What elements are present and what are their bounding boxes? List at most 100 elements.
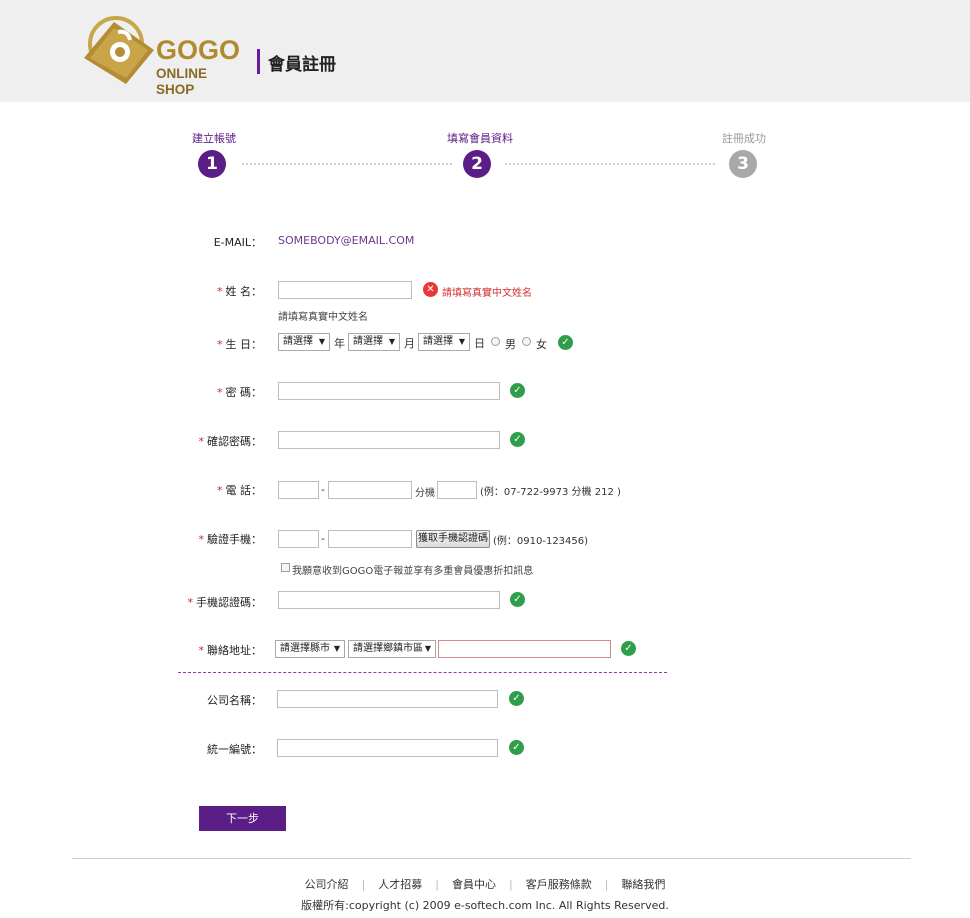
newsletter-checkbox[interactable] xyxy=(281,563,290,572)
birthday-label-text: 生 日： xyxy=(225,338,263,351)
check-icon: ✓ xyxy=(510,383,525,398)
phone-number-input[interactable] xyxy=(328,481,412,499)
required-mark: * xyxy=(187,596,194,609)
required-mark: * xyxy=(198,533,205,546)
step-1-circle: 1 xyxy=(198,150,226,178)
confirm-password-label: * 確認密碼： xyxy=(182,433,263,449)
required-mark: * xyxy=(217,386,223,399)
birth-year-value: 請選擇 xyxy=(283,336,313,347)
footer-link-contact[interactable]: 聯絡我們 xyxy=(621,878,665,891)
company-label: 公司名稱： xyxy=(207,694,262,707)
name-label-text: 姓 名： xyxy=(225,285,263,298)
check-icon: ✓ xyxy=(510,592,525,607)
mobile-code-input[interactable] xyxy=(278,591,500,609)
mobile-code-label-text: 手機認證碼： xyxy=(196,596,262,609)
month-unit: 月 xyxy=(404,337,415,350)
newsletter-label: 我願意收到GOGO電子報並享有多重會員優惠折扣訊息 xyxy=(292,566,534,577)
step-1-label: 建立帳號 xyxy=(192,132,236,145)
phone-area-code-input[interactable] xyxy=(278,481,319,499)
check-icon: ✓ xyxy=(558,335,573,350)
confirm-password-input[interactable] xyxy=(278,431,500,449)
birth-month-select[interactable]: 請選擇 ▼ xyxy=(348,333,400,351)
district-select[interactable]: 請選擇鄉鎮市區 ▼ xyxy=(348,640,436,658)
title-accent-bar xyxy=(257,49,260,74)
required-mark: * xyxy=(217,338,223,351)
city-select[interactable]: 請選擇縣市 ▼ xyxy=(275,640,345,658)
gender-male-label: 男 xyxy=(505,338,516,351)
address-input[interactable] xyxy=(438,640,611,658)
address-label-text: 聯絡地址： xyxy=(207,644,262,657)
mobile-number-input[interactable] xyxy=(328,530,412,548)
required-mark: * xyxy=(198,435,205,448)
phone-label-text: 電 話： xyxy=(225,484,263,497)
next-step-button[interactable]: 下一步 xyxy=(199,806,286,831)
phone-label: * 電 話： xyxy=(182,482,262,498)
logo-text-gogo: GOGO xyxy=(156,35,241,65)
tax-id-label: 統一編號： xyxy=(207,743,262,756)
company-input[interactable] xyxy=(277,690,498,708)
name-label: * 姓 名： xyxy=(182,283,262,299)
footer-separator: | xyxy=(509,878,513,891)
copyright-text: 版權所有:copyright (c) 2009 e-softech.com In… xyxy=(301,899,669,912)
step-3-label: 註冊成功 xyxy=(722,132,766,145)
birthday-label: * 生 日： xyxy=(182,336,262,352)
footer-separator: | xyxy=(604,878,609,891)
logo-text-online-shop: ONLINE SHOP xyxy=(156,66,208,97)
password-input[interactable] xyxy=(278,382,500,400)
step-3-circle: 3 xyxy=(729,150,757,178)
check-icon: ✓ xyxy=(509,740,524,755)
gender-male-radio[interactable] xyxy=(491,337,500,346)
name-input[interactable] xyxy=(278,281,412,299)
phone-ext-input[interactable] xyxy=(437,481,477,499)
footer-link-terms[interactable]: 客戶服務條款 xyxy=(526,878,592,891)
name-hint: 請填寫真實中文姓名 xyxy=(278,312,368,323)
mobile-dash: - xyxy=(321,532,325,545)
address-label: * 聯絡地址： xyxy=(182,642,263,658)
footer-link-about[interactable]: 公司介紹 xyxy=(305,878,349,891)
dropdown-arrow-icon: ▼ xyxy=(318,337,325,346)
phone-ext-label: 分機 xyxy=(415,488,435,499)
dropdown-arrow-icon: ▼ xyxy=(333,644,340,653)
phone-dash: - xyxy=(321,483,325,496)
gender-female-radio[interactable] xyxy=(522,337,531,346)
birth-day-value: 請選擇 xyxy=(423,336,453,347)
page-header: GOGO ONLINE SHOP 會員註冊 xyxy=(0,0,970,102)
gender-female-label: 女 xyxy=(536,338,547,351)
email-label: E-MAIL： xyxy=(213,236,262,249)
logo-emblem-icon xyxy=(84,16,154,84)
year-unit: 年 xyxy=(334,337,345,350)
mobile-label: * 驗證手機： xyxy=(182,531,263,547)
birth-year-select[interactable]: 請選擇 ▼ xyxy=(278,333,330,351)
footer-separator: | xyxy=(361,878,366,891)
birth-day-select[interactable]: 請選擇 ▼ xyxy=(418,333,470,351)
footer-link-member-center[interactable]: 會員中心 xyxy=(452,878,496,891)
step-connector-2 xyxy=(505,163,715,165)
required-mark: * xyxy=(217,285,223,298)
mobile-code-label: * 手機認證碼： xyxy=(182,594,263,610)
password-label-text: 密 碼： xyxy=(225,386,263,399)
dropdown-arrow-icon: ▼ xyxy=(424,644,431,653)
check-icon: ✓ xyxy=(509,691,524,706)
name-error-message: 請填寫真實中文姓名 xyxy=(442,288,532,299)
footer-link-careers[interactable]: 人才招募 xyxy=(378,878,422,891)
step-connector-1 xyxy=(242,163,452,165)
birth-month-value: 請選擇 xyxy=(353,336,383,347)
tax-id-input[interactable] xyxy=(277,739,498,757)
footer-separator: | xyxy=(435,878,439,891)
get-verification-code-button[interactable]: 獲取手機認證碼 xyxy=(416,530,490,548)
required-mark: * xyxy=(198,644,205,657)
gogo-logo[interactable]: GOGO ONLINE SHOP xyxy=(80,14,245,97)
error-icon: ✕ xyxy=(423,282,438,297)
phone-example: (例：07-722-9973 分機 212 ) xyxy=(480,487,621,498)
footer-divider xyxy=(72,858,911,859)
dropdown-arrow-icon: ▼ xyxy=(458,337,465,346)
mobile-prefix-input[interactable] xyxy=(278,530,319,548)
confirm-password-label-text: 確認密碼： xyxy=(207,435,262,448)
city-select-value: 請選擇縣市 xyxy=(280,643,330,654)
page-title: 會員註冊 xyxy=(268,55,336,75)
mobile-example: (例：0910-123456) xyxy=(493,536,589,547)
step-2-circle: 2 xyxy=(463,150,491,178)
check-icon: ✓ xyxy=(510,432,525,447)
day-unit: 日 xyxy=(474,337,485,350)
email-value: SOMEBODY@EMAIL.COM xyxy=(278,234,415,247)
